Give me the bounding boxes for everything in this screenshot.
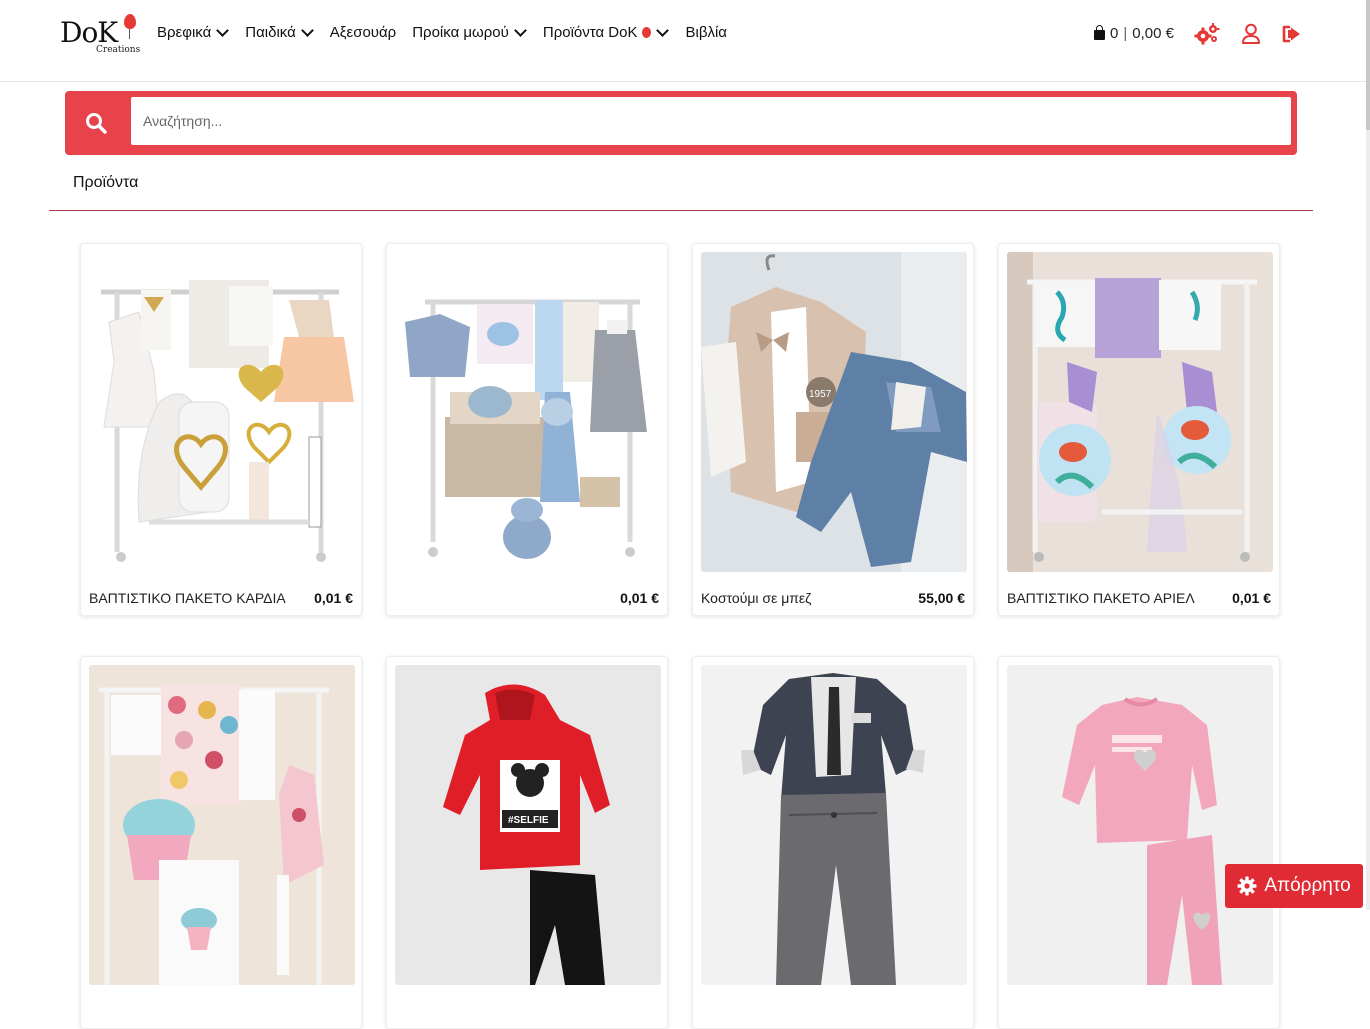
product-card[interactable]: ΒΑΠΤΙΣΤΙΚΟ ΠΑΚΕΤΟ ΑΡΙΕΛ 0,01 €: [998, 243, 1280, 616]
product-card[interactable]: 0,01 €: [386, 243, 668, 616]
scrollbar-thumb[interactable]: [1366, 0, 1370, 130]
chevron-down-icon: [656, 24, 670, 37]
product-name[interactable]: ΒΑΠΤΙΣΤΙΚΟ ΠΑΚΕΤΟ ΚΑΡΔΙΑ: [89, 590, 286, 606]
logo[interactable]: DoK Creations: [60, 14, 140, 58]
site-header: DoK Creations Βρεφικά Παιδικά Αξεσουάρ Π…: [0, 0, 1370, 82]
nav-item-label: Βρεφικά: [157, 24, 212, 41]
product-price: 55,00 €: [918, 590, 965, 606]
bag-icon: [1094, 25, 1105, 40]
hoodie-print-text: #SELFIE: [508, 815, 549, 826]
page-title: Προϊόντα: [73, 174, 139, 191]
product-card[interactable]: #SELFIE: [386, 656, 668, 1029]
cart-total: 0,00 €: [1132, 25, 1174, 42]
page-scrollbar[interactable]: [1366, 0, 1370, 910]
nav-item-aksesouar[interactable]: Αξεσουάρ: [330, 24, 396, 41]
product-image[interactable]: #SELFIE: [395, 665, 661, 985]
product-card[interactable]: 1957 Κοστούμι σε μπεζ 55,00 €: [692, 243, 974, 616]
search-bar: [65, 91, 1297, 155]
product-card[interactable]: [998, 656, 1280, 1029]
product-card[interactable]: ΒΑΠΤΙΣΤΙΚΟ ΠΑΚΕΤΟ ΚΑΡΔΙΑ 0,01 €: [80, 243, 362, 616]
search-icon: [86, 113, 107, 134]
chevron-down-icon: [513, 24, 527, 37]
suit-patch-text: 1957: [809, 389, 832, 400]
cart-summary[interactable]: 0 | 0,00 €: [1094, 25, 1174, 42]
nav-item-vrefika[interactable]: Βρεφικά: [157, 24, 230, 41]
product-card[interactable]: [80, 656, 362, 1029]
nav-item-label: Παιδικά: [245, 24, 296, 41]
balloon-icon: [124, 14, 136, 39]
nav-item-proionta-dok[interactable]: Προϊόντα DoK: [543, 24, 670, 41]
logout-icon[interactable]: [1279, 22, 1305, 46]
nav-item-label: Βιβλία: [685, 24, 727, 41]
product-card[interactable]: [692, 656, 974, 1029]
nav-item-label: Προϊόντα DoK: [542, 24, 638, 41]
gears-icon[interactable]: [1194, 22, 1220, 46]
cart-count: 0: [1110, 25, 1119, 42]
nav-item-vivlia[interactable]: Βιβλία: [685, 24, 726, 41]
product-price: 0,01 €: [314, 590, 353, 606]
nav-item-label: Αξεσουάρ: [329, 24, 397, 41]
logo-subtitle: Creations: [96, 45, 141, 55]
product-image[interactable]: [89, 252, 355, 572]
search-input[interactable]: [131, 97, 1291, 145]
nav-item-label: Προίκα μωρού: [412, 24, 509, 41]
gear-icon: [1237, 876, 1257, 896]
cart-separator: |: [1123, 25, 1128, 42]
main-nav: Βρεφικά Παιδικά Αξεσουάρ Προίκα μωρού Πρ…: [157, 24, 727, 41]
nav-item-paidika[interactable]: Παιδικά: [245, 24, 314, 41]
user-icon[interactable]: [1238, 22, 1264, 46]
product-image[interactable]: [89, 665, 355, 985]
product-price: 0,01 €: [620, 590, 659, 606]
chevron-down-icon: [216, 24, 230, 37]
product-image[interactable]: [395, 252, 661, 572]
balloon-icon: [642, 27, 652, 38]
chevron-down-icon: [300, 24, 314, 37]
divider: [49, 210, 1313, 211]
product-grid: ΒΑΠΤΙΣΤΙΚΟ ΠΑΚΕΤΟ ΚΑΡΔΙΑ 0,01 € 0,01 € 1…: [80, 243, 1280, 1029]
privacy-button[interactable]: Απόρρητο: [1225, 864, 1363, 908]
search-button[interactable]: [65, 91, 127, 155]
product-image[interactable]: 1957: [701, 252, 967, 572]
product-image[interactable]: [701, 665, 967, 985]
product-price: 0,01 €: [1232, 590, 1271, 606]
product-name[interactable]: Κοστούμι σε μπεζ: [701, 590, 811, 606]
product-name[interactable]: ΒΑΠΤΙΣΤΙΚΟ ΠΑΚΕΤΟ ΑΡΙΕΛ: [1007, 590, 1195, 606]
nav-item-proika[interactable]: Προίκα μωρού: [412, 24, 527, 41]
product-image[interactable]: [1007, 252, 1273, 572]
product-image[interactable]: [1007, 665, 1273, 985]
privacy-button-label: Απόρρητο: [1264, 875, 1351, 896]
